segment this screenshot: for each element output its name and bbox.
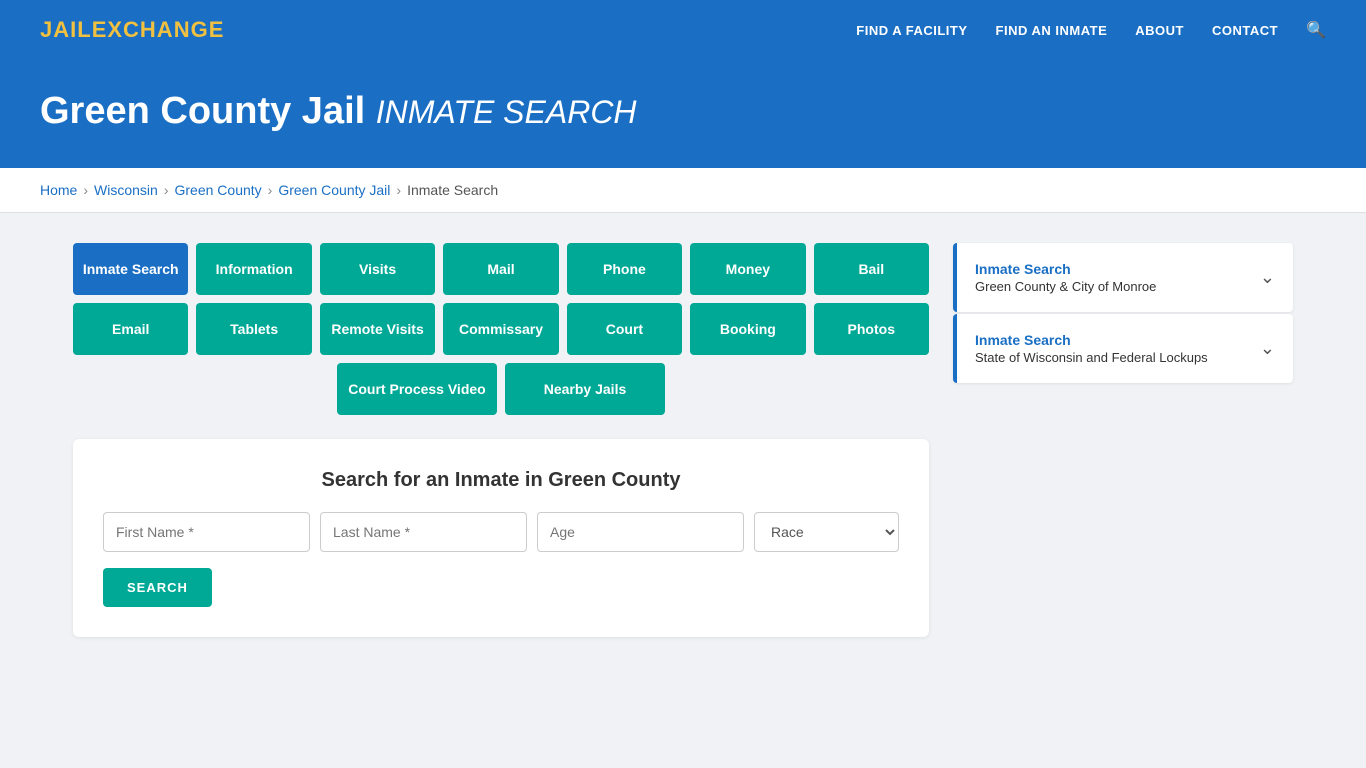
tab-nearby-jails[interactable]: Nearby Jails — [505, 363, 665, 415]
sidebar-card-green-county-header[interactable]: Inmate Search Green County & City of Mon… — [957, 243, 1293, 312]
tab-court[interactable]: Court — [567, 303, 682, 355]
search-form-container: Search for an Inmate in Green County Rac… — [73, 439, 929, 637]
nav-find-facility[interactable]: FIND A FACILITY — [856, 23, 967, 38]
tab-mail[interactable]: Mail — [443, 243, 558, 295]
site-header: JAILEXCHANGE FIND A FACILITY FIND AN INM… — [0, 0, 1366, 60]
sidebar-card-wisconsin-title: Inmate Search — [975, 332, 1208, 348]
sidebar-card-green-county-title: Inmate Search — [975, 261, 1156, 277]
tab-email[interactable]: Email — [73, 303, 188, 355]
tab-booking[interactable]: Booking — [690, 303, 805, 355]
hero-section: Green County Jail INMATE SEARCH — [0, 60, 1366, 168]
nav-contact[interactable]: CONTACT — [1212, 23, 1278, 38]
first-name-input[interactable] — [103, 512, 310, 552]
breadcrumb-sep-2: › — [164, 182, 169, 198]
page-heading: Green County Jail INMATE SEARCH — [40, 90, 1326, 133]
search-icon[interactable]: 🔍 — [1306, 20, 1326, 40]
hero-title-bold: Green County Jail — [40, 90, 365, 132]
main-content: Inmate Search Information Visits Mail Ph… — [33, 213, 1333, 667]
sidebar-card-wisconsin-header[interactable]: Inmate Search State of Wisconsin and Fed… — [957, 314, 1293, 383]
breadcrumb-green-county-jail[interactable]: Green County Jail — [278, 182, 390, 198]
breadcrumb-sep-1: › — [83, 182, 88, 198]
main-nav: FIND A FACILITY FIND AN INMATE ABOUT CON… — [856, 20, 1326, 40]
tab-court-process-video[interactable]: Court Process Video — [337, 363, 497, 415]
sidebar: Inmate Search Green County & City of Mon… — [953, 243, 1293, 385]
breadcrumb-current: Inmate Search — [407, 182, 498, 198]
hero-title-italic: INMATE SEARCH — [376, 94, 637, 130]
tab-row-1: Inmate Search Information Visits Mail Ph… — [73, 243, 929, 295]
tab-phone[interactable]: Phone — [567, 243, 682, 295]
sidebar-card-green-county-subtitle: Green County & City of Monroe — [975, 279, 1156, 294]
sidebar-card-wisconsin: Inmate Search State of Wisconsin and Fed… — [953, 314, 1293, 383]
tab-row-2: Email Tablets Remote Visits Commissary C… — [73, 303, 929, 355]
search-form-title: Search for an Inmate in Green County — [103, 469, 899, 492]
tab-information[interactable]: Information — [196, 243, 311, 295]
chevron-down-icon-2: ⌄ — [1260, 338, 1275, 359]
search-fields-row: Race White Black Hispanic Asian Other — [103, 512, 899, 552]
nav-about[interactable]: ABOUT — [1135, 23, 1184, 38]
last-name-input[interactable] — [320, 512, 527, 552]
breadcrumb-home[interactable]: Home — [40, 182, 77, 198]
logo-jail: JAIL — [40, 17, 92, 42]
tab-money[interactable]: Money — [690, 243, 805, 295]
breadcrumb-green-county[interactable]: Green County — [175, 182, 262, 198]
tab-visits[interactable]: Visits — [320, 243, 435, 295]
breadcrumb-wisconsin[interactable]: Wisconsin — [94, 182, 158, 198]
tab-commissary[interactable]: Commissary — [443, 303, 558, 355]
tab-inmate-search[interactable]: Inmate Search — [73, 243, 188, 295]
tab-photos[interactable]: Photos — [814, 303, 929, 355]
breadcrumb: Home › Wisconsin › Green County › Green … — [0, 168, 1366, 213]
age-input[interactable] — [537, 512, 744, 552]
tab-tablets[interactable]: Tablets — [196, 303, 311, 355]
tab-row-3: Court Process Video Nearby Jails — [73, 363, 929, 415]
tab-remote-visits[interactable]: Remote Visits — [320, 303, 435, 355]
breadcrumb-sep-3: › — [268, 182, 273, 198]
sidebar-card-green-county: Inmate Search Green County & City of Mon… — [953, 243, 1293, 312]
chevron-down-icon: ⌄ — [1260, 267, 1275, 288]
race-select[interactable]: Race White Black Hispanic Asian Other — [754, 512, 899, 552]
sidebar-card-wisconsin-subtitle: State of Wisconsin and Federal Lockups — [975, 350, 1208, 365]
logo-exchange: EXCHANGE — [92, 17, 225, 42]
site-logo[interactable]: JAILEXCHANGE — [40, 17, 224, 43]
tab-bail[interactable]: Bail — [814, 243, 929, 295]
nav-find-inmate[interactable]: FIND AN INMATE — [996, 23, 1108, 38]
breadcrumb-sep-4: › — [396, 182, 401, 198]
left-column: Inmate Search Information Visits Mail Ph… — [73, 243, 929, 637]
search-button[interactable]: SEARCH — [103, 568, 212, 607]
